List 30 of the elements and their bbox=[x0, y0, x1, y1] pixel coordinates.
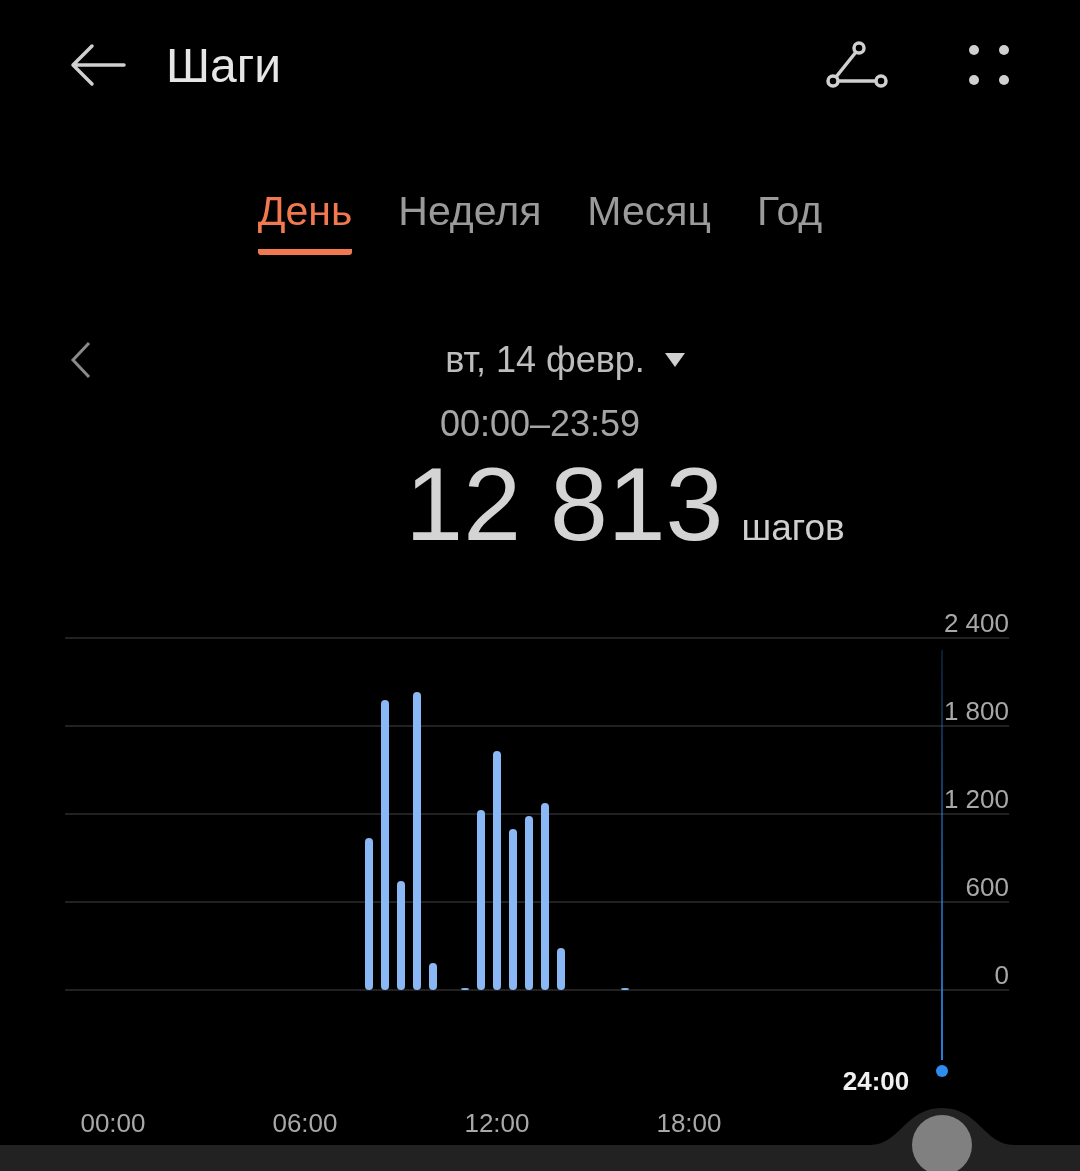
cursor-dot bbox=[936, 1065, 948, 1077]
period-tab[interactable]: Неделя bbox=[398, 188, 542, 255]
y-tick-label: 2 400 bbox=[943, 608, 1009, 638]
step-bar bbox=[461, 987, 469, 990]
y-tick-label: 600 bbox=[965, 872, 1009, 902]
period-tab[interactable]: День bbox=[257, 188, 353, 255]
caret-icon bbox=[664, 353, 685, 367]
y-tick-label: 1 200 bbox=[943, 784, 1009, 814]
y-tick-label: 1 800 bbox=[943, 696, 1009, 726]
step-bar bbox=[557, 948, 565, 990]
slider-handle[interactable] bbox=[912, 1115, 972, 1171]
cursor-time: 24:00 bbox=[842, 1066, 910, 1096]
x-axis-label: 00:00 bbox=[80, 1108, 146, 1138]
period-tab[interactable]: Месяц bbox=[587, 188, 711, 255]
x-axis-label: 12:00 bbox=[464, 1108, 530, 1138]
period-tab[interactable]: Год bbox=[756, 188, 823, 255]
chevron-left-icon[interactable] bbox=[70, 341, 92, 379]
x-axis-label: 18:00 bbox=[656, 1108, 722, 1138]
time-range: 00:00–23:59 bbox=[438, 403, 642, 445]
x-axis-label: 06:00 bbox=[272, 1108, 338, 1138]
more-icon[interactable] bbox=[968, 44, 1010, 86]
step-unit: шагов bbox=[741, 507, 845, 549]
date-picker[interactable]: вт, 14 февр. bbox=[445, 339, 685, 381]
y-tick-label: 0 bbox=[994, 960, 1009, 990]
step-bar bbox=[429, 963, 437, 990]
step-total: 12 813 bbox=[405, 445, 724, 564]
back-icon[interactable] bbox=[70, 43, 126, 87]
route-icon[interactable] bbox=[826, 41, 888, 89]
page-title: Шаги bbox=[166, 37, 282, 93]
step-bar bbox=[621, 987, 629, 990]
